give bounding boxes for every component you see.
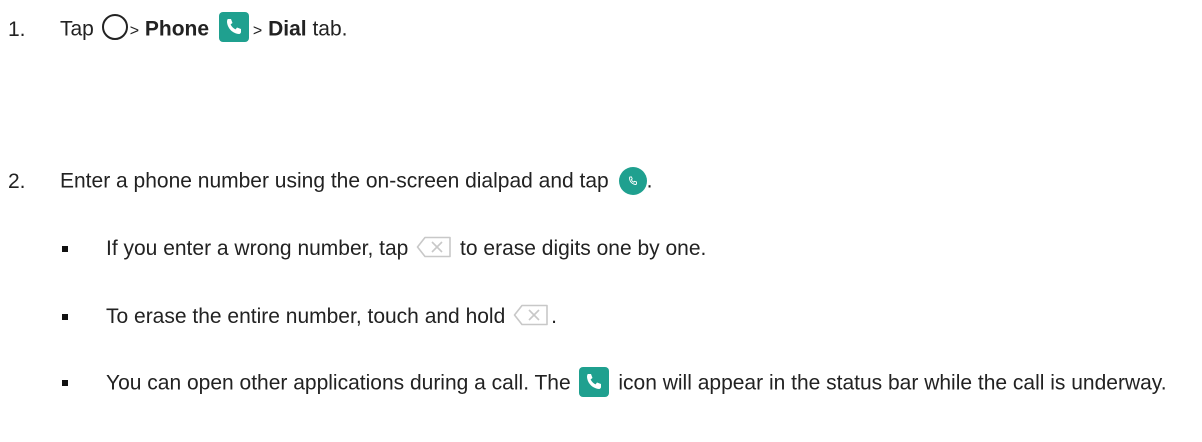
step-2: 2. Enter a phone number using the on-scre… <box>8 167 652 197</box>
dial-label: Dial <box>268 17 307 41</box>
backspace-icon <box>416 237 452 258</box>
tab-word: tab. <box>312 17 348 41</box>
phone-label: Phone <box>144 17 210 41</box>
bullet-2-text-after: . <box>551 305 557 328</box>
phone-status-icon <box>578 367 609 397</box>
step-2-period: . <box>646 169 653 193</box>
bullet-1-text-before: If you enter a wrong number, tap <box>106 237 409 260</box>
backspace-icon <box>513 305 548 326</box>
separator: > <box>129 22 140 40</box>
bullet-marker <box>62 314 68 320</box>
bullet-marker <box>62 380 68 386</box>
separator: > <box>252 22 263 40</box>
call-button-icon <box>618 167 647 195</box>
bullet-1-text-after: to erase digits one by one. <box>460 237 707 260</box>
step-2-text: Enter a phone number using the on-screen… <box>60 169 609 193</box>
step-number: 1. <box>8 17 26 41</box>
phone-app-icon <box>218 12 249 42</box>
bullet-marker <box>62 246 68 252</box>
bullet-2-text-before: To erase the entire number, touch and ho… <box>106 305 506 328</box>
bullet-3-text-before: You can open other applications during a… <box>106 371 571 395</box>
step-1: 1. Tap > Phone > Dial tab. <box>8 12 347 48</box>
step-1-tap: Tap <box>60 17 94 41</box>
home-circle-icon <box>101 14 128 40</box>
bullet-3-text-after: icon will appear in the status bar while… <box>618 371 1167 395</box>
step-number: 2. <box>8 169 26 193</box>
